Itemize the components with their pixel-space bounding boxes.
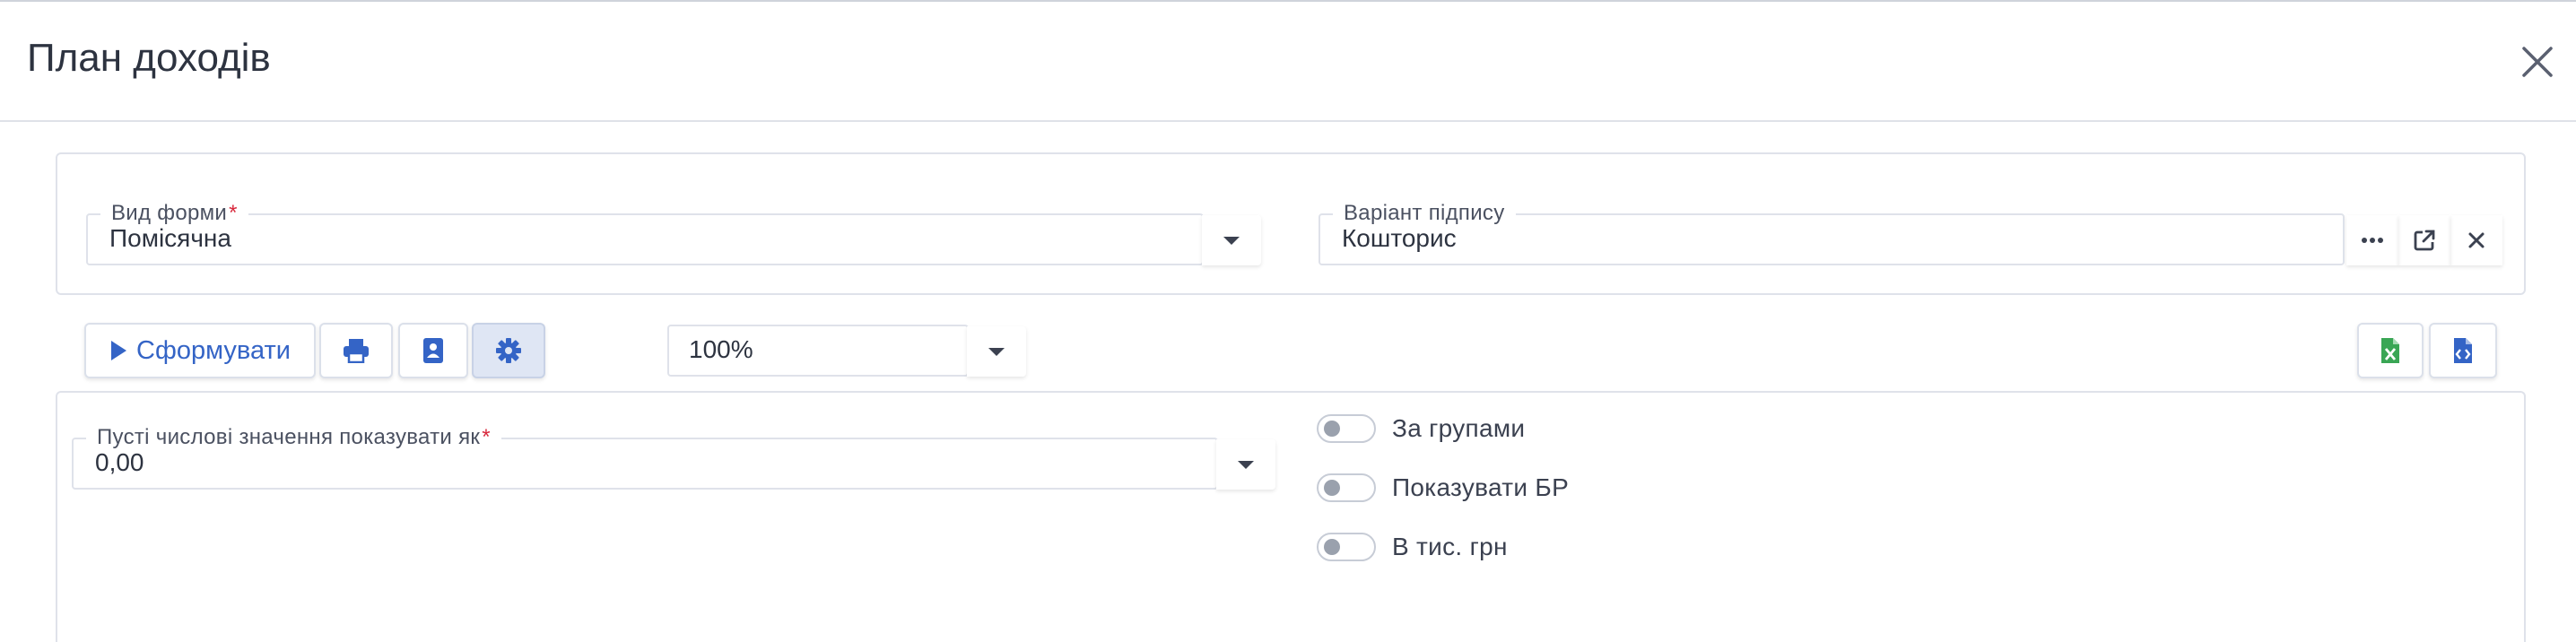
form-type-field[interactable] xyxy=(86,213,1204,265)
toggle-label: Показувати БР xyxy=(1392,473,1570,501)
toggle-thousands-uah[interactable]: В тис. грн xyxy=(1317,529,1508,565)
gear-icon xyxy=(496,338,521,363)
toggle-knob xyxy=(1324,421,1340,437)
export-excel-button[interactable] xyxy=(2357,323,2424,378)
more-icon[interactable] xyxy=(2346,215,2398,265)
chevron-down-icon xyxy=(1223,236,1240,245)
toggle-knob xyxy=(1324,480,1340,496)
settings-panel: Пусті числові значення показувати як* 0,… xyxy=(56,391,2526,642)
contact-card-icon xyxy=(423,338,443,363)
form-type-value: Помісячна xyxy=(109,224,231,252)
excel-file-icon xyxy=(2381,338,2399,363)
empty-values-select[interactable]: Пусті числові значення показувати як* 0,… xyxy=(72,425,1275,491)
generate-button-label: Сформувати xyxy=(136,335,291,365)
signature-field-group: Варіант підпису Кошторис xyxy=(1318,201,2502,267)
print-button[interactable] xyxy=(319,323,393,378)
settings-button[interactable] xyxy=(472,323,545,378)
signature-value: Кошторис xyxy=(1342,224,1457,252)
dialog: План доходів Вид форми* Помісячна Варіан… xyxy=(0,0,2576,642)
toggle-switch[interactable] xyxy=(1317,533,1376,561)
empty-values-value: 0,00 xyxy=(95,448,144,476)
zoom-dropdown-button[interactable] xyxy=(967,326,1026,377)
contact-card-button[interactable] xyxy=(398,323,468,378)
form-panel: Вид форми* Помісячна Варіант підпису Кош… xyxy=(56,152,2526,295)
chevron-down-icon xyxy=(988,347,1005,356)
signature-label: Варіант підпису xyxy=(1333,201,1516,226)
toggle-knob xyxy=(1324,539,1340,555)
toggle-switch[interactable] xyxy=(1317,473,1376,502)
empty-values-label: Пусті числові значення показувати як* xyxy=(86,425,501,450)
toggle-label: В тис. грн xyxy=(1392,533,1508,560)
dialog-title: План доходів xyxy=(27,36,271,80)
print-icon xyxy=(344,339,369,363)
external-link-icon[interactable] xyxy=(2398,215,2450,265)
generate-button[interactable]: Сформувати xyxy=(84,323,316,378)
form-type-dropdown-button[interactable] xyxy=(1202,215,1261,265)
export-code-button[interactable] xyxy=(2429,323,2497,378)
zoom-select[interactable]: 100% xyxy=(667,325,1026,378)
form-type-select[interactable]: Вид форми* Помісячна xyxy=(86,201,1261,267)
form-type-label: Вид форми* xyxy=(100,201,248,226)
close-icon[interactable] xyxy=(2517,41,2558,82)
toggle-show-br[interactable]: Показувати БР xyxy=(1317,470,1569,506)
code-file-icon xyxy=(2454,338,2472,363)
zoom-value: 100% xyxy=(689,335,753,363)
dialog-header: План доходів xyxy=(0,2,2576,122)
toggle-by-groups[interactable]: За групами xyxy=(1317,411,1525,447)
empty-values-dropdown-button[interactable] xyxy=(1216,439,1275,490)
clear-icon[interactable] xyxy=(2450,215,2502,265)
toggle-switch[interactable] xyxy=(1317,414,1376,443)
chevron-down-icon xyxy=(1238,460,1254,469)
toggle-label: За групами xyxy=(1392,414,1526,442)
play-icon xyxy=(111,341,127,360)
